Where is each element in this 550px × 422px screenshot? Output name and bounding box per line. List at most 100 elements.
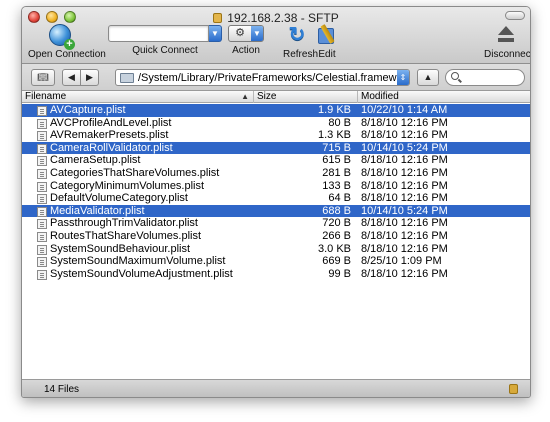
- file-row[interactable]: PassthroughTrimValidator.plist 720 B 8/18/…: [22, 217, 530, 230]
- filename-column-header[interactable]: Filename ▲: [22, 91, 254, 103]
- file-size: 615 B: [322, 154, 351, 167]
- document-icon: [37, 181, 47, 192]
- quick-connect-combo[interactable]: ▼: [108, 25, 222, 42]
- file-list: AVCapture.plist 1.9 KB 10/22/10 1:14 AM AVC…: [22, 104, 530, 280]
- size-column-header[interactable]: Size: [254, 91, 358, 103]
- bookmark-icon: 📖︎: [37, 72, 49, 82]
- action-popup-button[interactable]: ⚙ ▼: [228, 25, 264, 42]
- file-size: 266 B: [322, 229, 351, 242]
- open-connection-label: Open Connection: [28, 49, 106, 60]
- file-size: 715 B: [322, 141, 351, 154]
- file-modified: 8/18/10 12:16 PM: [361, 267, 448, 280]
- column-header: Filename ▲ Size Modified: [22, 91, 530, 103]
- lock-icon: [509, 384, 518, 394]
- file-row[interactable]: CameraSetup.plist 615 B 8/18/10 12:16 PM: [22, 154, 530, 167]
- file-row[interactable]: CategoryMinimumVolumes.plist 133 B 8/18/10…: [22, 180, 530, 193]
- file-size: 720 B: [322, 217, 351, 230]
- document-icon: [37, 118, 47, 129]
- file-row[interactable]: AVCapture.plist 1.9 KB 10/22/10 1:14 AM: [22, 104, 530, 117]
- file-size: 688 B: [322, 204, 351, 217]
- file-row[interactable]: AVCProfileAndLevel.plist 80 B 8/18/10 12:1…: [22, 117, 530, 130]
- quick-connect-label: Quick Connect: [132, 45, 198, 56]
- window-title: 192.168.2.38 - SFTP: [227, 11, 339, 25]
- file-name: AVRemakerPresets.plist: [50, 129, 169, 142]
- path-popup[interactable]: /System/Library/PrivateFrameworks/Celest…: [115, 69, 410, 86]
- sort-ascending-icon: ▲: [241, 92, 249, 101]
- file-size: 133 B: [322, 179, 351, 192]
- file-row[interactable]: DefaultVolumeCategory.plist 64 B 8/18/10 1…: [22, 192, 530, 205]
- file-name: SystemSoundVolumeAdjustment.plist: [50, 267, 233, 280]
- search-icon: [451, 72, 459, 80]
- document-icon: [37, 131, 47, 142]
- document-icon: [37, 156, 47, 167]
- file-row[interactable]: AVRemakerPresets.plist 1.3 KB 8/18/10 12:1…: [22, 129, 530, 142]
- secure-lock-icon: [213, 13, 223, 23]
- file-size: 3.0 KB: [317, 242, 351, 255]
- edit-label: Edit: [318, 49, 336, 60]
- file-name: RoutesThatShareVolumes.plist: [50, 229, 202, 242]
- up-arrow-icon: ▲: [423, 72, 433, 82]
- file-row[interactable]: CameraRollValidator.plist 715 B 10/14/10 5…: [22, 141, 530, 155]
- search-input[interactable]: [445, 69, 525, 86]
- file-size: 669 B: [322, 255, 351, 268]
- file-row[interactable]: MediaValidator.plist 688 B 10/14/10 5:24 P…: [22, 204, 530, 218]
- file-name: CameraSetup.plist: [50, 154, 141, 167]
- edit-icon: [316, 24, 338, 46]
- file-size: 64 B: [328, 192, 351, 205]
- file-row[interactable]: RoutesThatShareVolumes.plist 266 B 8/18/10…: [22, 230, 530, 243]
- file-row[interactable]: SystemSoundMaximumVolume.plist 669 B 8/25/…: [22, 255, 530, 268]
- file-modified: 8/18/10 12:16 PM: [361, 217, 448, 230]
- document-icon: [37, 269, 47, 280]
- file-name: AVCProfileAndLevel.plist: [50, 116, 172, 129]
- folder-icon: [120, 72, 134, 83]
- file-modified: 8/18/10 12:16 PM: [361, 166, 448, 179]
- eject-icon: [495, 24, 517, 46]
- file-row[interactable]: SystemSoundVolumeAdjustment.plist 99 B 8/1…: [22, 268, 530, 281]
- quick-connect-input[interactable]: [108, 25, 209, 42]
- file-modified: 8/18/10 12:16 PM: [361, 179, 448, 192]
- refresh-button[interactable]: ↻ Refresh: [283, 24, 319, 60]
- file-modified: 10/14/10 5:24 PM: [361, 141, 448, 154]
- file-name: DefaultVolumeCategory.plist: [50, 192, 188, 205]
- document-icon: [37, 106, 47, 116]
- refresh-label: Refresh: [283, 49, 319, 60]
- action-menu[interactable]: ⚙ ▼ Action: [228, 24, 264, 56]
- document-icon: [37, 206, 47, 217]
- bookmarks-button[interactable]: 📖︎: [31, 69, 55, 86]
- forward-arrow-icon: ▶: [86, 72, 93, 82]
- file-row[interactable]: SystemSoundBehaviour.plist 3.0 KB 8/18/10 …: [22, 243, 530, 256]
- chevron-down-icon[interactable]: ▼: [209, 25, 222, 42]
- document-icon: [37, 257, 47, 268]
- modified-column-header[interactable]: Modified: [358, 91, 530, 103]
- parent-folder-button[interactable]: ▲: [417, 69, 439, 86]
- file-modified: 10/22/10 1:14 AM: [361, 104, 448, 116]
- modified-header-label: Modified: [361, 91, 399, 102]
- document-icon: [37, 231, 47, 242]
- document-icon: [37, 168, 47, 179]
- document-icon: [37, 194, 47, 205]
- file-row[interactable]: CategoriesThatShareVolumes.plist 281 B 8/1…: [22, 167, 530, 180]
- file-name: CategoryMinimumVolumes.plist: [50, 179, 205, 192]
- file-modified: 8/18/10 12:16 PM: [361, 242, 448, 255]
- disconnect-button[interactable]: Disconnect: [484, 24, 531, 60]
- file-name: SystemSoundMaximumVolume.plist: [50, 255, 226, 268]
- file-modified: 8/18/10 12:16 PM: [361, 154, 448, 167]
- file-size: 1.9 KB: [317, 104, 351, 116]
- file-name: CategoriesThatShareVolumes.plist: [50, 166, 220, 179]
- file-modified: 8/18/10 12:16 PM: [361, 116, 448, 129]
- file-modified: 10/14/10 5:24 PM: [361, 204, 448, 217]
- document-icon: [37, 143, 47, 154]
- file-name: SystemSoundBehaviour.plist: [50, 242, 191, 255]
- forward-button[interactable]: ▶: [80, 69, 99, 86]
- back-button[interactable]: ◀: [62, 69, 81, 86]
- file-name: PassthroughTrimValidator.plist: [50, 217, 198, 230]
- current-path: /System/Library/PrivateFrameworks/Celest…: [138, 71, 397, 84]
- toolbar-toggle-button[interactable]: [505, 11, 525, 20]
- edit-button[interactable]: Edit: [315, 24, 339, 60]
- back-arrow-icon: ◀: [68, 72, 75, 82]
- disconnect-label: Disconnect: [484, 49, 531, 60]
- file-name: CameraRollValidator.plist: [50, 141, 173, 154]
- filename-header-label: Filename: [25, 91, 67, 102]
- open-connection-button[interactable]: Open Connection: [28, 24, 106, 60]
- chevron-down-icon: ▼: [251, 26, 263, 41]
